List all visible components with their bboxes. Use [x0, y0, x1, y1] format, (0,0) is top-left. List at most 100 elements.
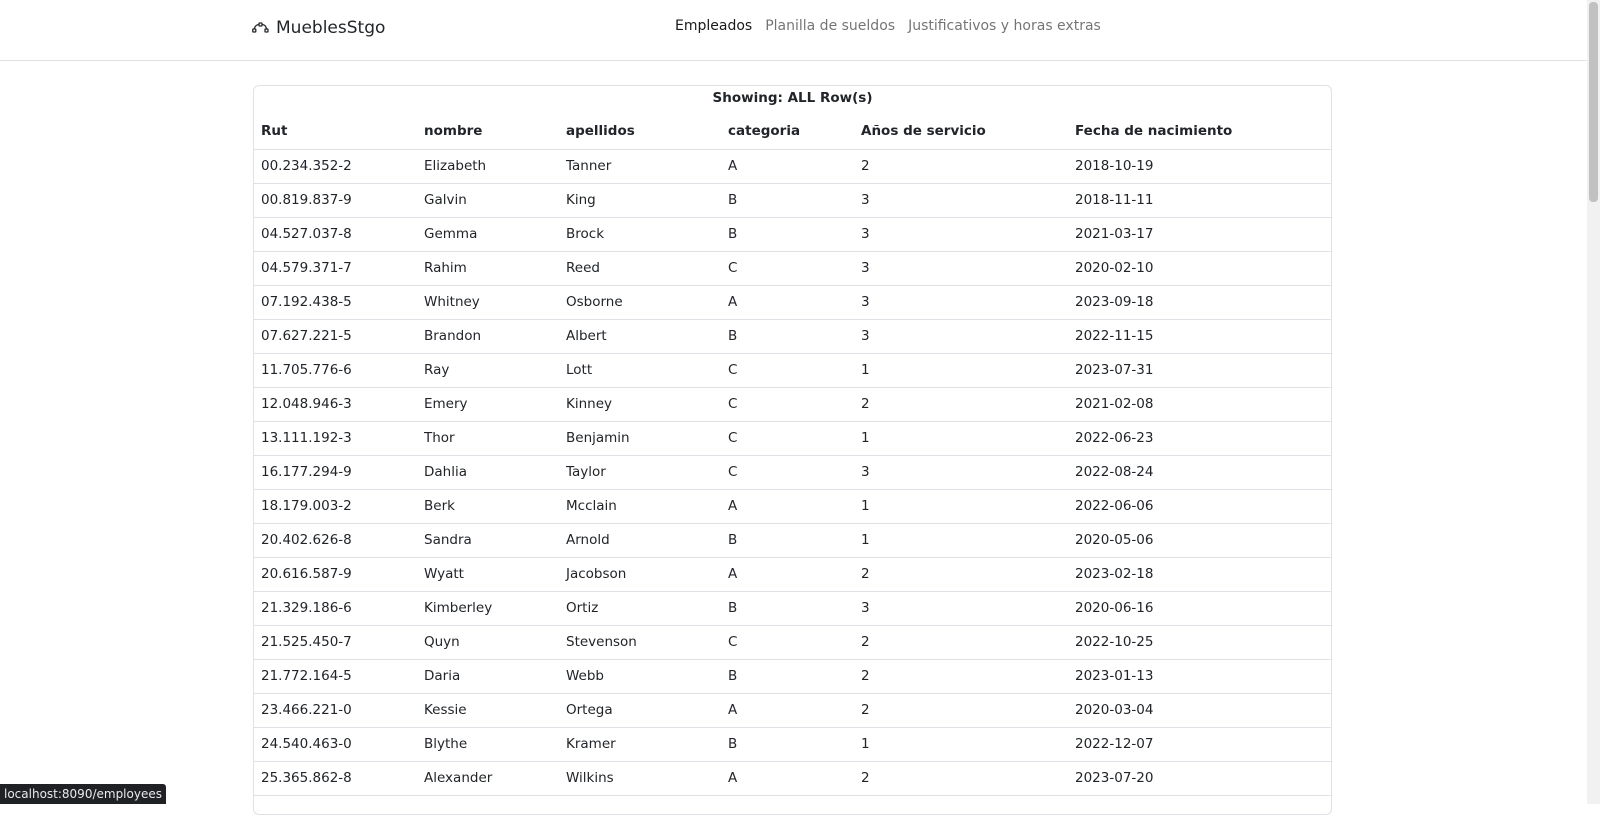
- table-cell: Elizabeth: [417, 149, 559, 183]
- table-cell: Ray: [417, 353, 559, 387]
- table-cell: 3: [854, 319, 1068, 353]
- table-cell: C: [721, 387, 854, 421]
- table-cell: A: [721, 285, 854, 319]
- table-row: 21.525.450-7QuynStevensonC22022-10-25: [254, 625, 1331, 659]
- table-cell: 2022-06-23: [1068, 421, 1331, 455]
- table-cell: Mcclain: [559, 489, 721, 523]
- column-header: Rut: [254, 113, 417, 149]
- caption-count: ALL: [788, 90, 816, 106]
- nav-link-2[interactable]: Justificativos y horas extras: [908, 18, 1101, 34]
- table-cell: B: [721, 591, 854, 625]
- table-cell: 21.525.450-7: [254, 625, 417, 659]
- table-row: 00.819.837-9GalvinKingB32018-11-11: [254, 183, 1331, 217]
- table-cell: 2: [854, 387, 1068, 421]
- table-cell: 1: [854, 421, 1068, 455]
- nav-link-1[interactable]: Planilla de sueldos: [765, 18, 895, 34]
- table-cell: 2: [854, 149, 1068, 183]
- table-cell: A: [721, 149, 854, 183]
- table-cell: 07.627.221-5: [254, 319, 417, 353]
- table-cell: 21.772.164-5: [254, 659, 417, 693]
- table-row: 12.048.946-3EmeryKinneyC22021-02-08: [254, 387, 1331, 421]
- table-cell: B: [721, 183, 854, 217]
- main-nav: Empleados Planilla de sueldos Justificativ…: [675, 18, 1101, 34]
- table-cell: 20.616.587-9: [254, 557, 417, 591]
- table-cell: C: [721, 251, 854, 285]
- table-cell: Brandon: [417, 319, 559, 353]
- table-cell: Alexander: [417, 761, 559, 795]
- table-row: 07.192.438-5WhitneyOsborneA32023-09-18: [254, 285, 1331, 319]
- table-cell: 2020-06-16: [1068, 591, 1331, 625]
- table-cell: 13.111.192-3: [254, 421, 417, 455]
- table-cell: 2022-06-06: [1068, 489, 1331, 523]
- table-row: 13.111.192-3ThorBenjaminC12022-06-23: [254, 421, 1331, 455]
- brand-name: MueblesStgo: [276, 18, 385, 38]
- column-header: apellidos: [559, 113, 721, 149]
- column-header: nombre: [417, 113, 559, 149]
- table-cell: Rahim: [417, 251, 559, 285]
- employees-table: RutnombreapellidoscategoriaAños de servi…: [254, 113, 1331, 796]
- table-cell: 3: [854, 217, 1068, 251]
- nav-link-0[interactable]: Empleados: [675, 18, 752, 34]
- table-row: 20.616.587-9WyattJacobsonA22023-02-18: [254, 557, 1331, 591]
- table-cell: 21.329.186-6: [254, 591, 417, 625]
- bezier-icon: [252, 22, 269, 35]
- table-cell: 2021-03-17: [1068, 217, 1331, 251]
- table-cell: 23.466.221-0: [254, 693, 417, 727]
- table-cell: 2022-10-25: [1068, 625, 1331, 659]
- table-cell: 2022-08-24: [1068, 455, 1331, 489]
- table-cell: 2021-02-08: [1068, 387, 1331, 421]
- table-cell: C: [721, 625, 854, 659]
- table-cell: 1: [854, 523, 1068, 557]
- table-row: 04.527.037-8GemmaBrockB32021-03-17: [254, 217, 1331, 251]
- table-cell: C: [721, 353, 854, 387]
- table-cell: 25.365.862-8: [254, 761, 417, 795]
- table-cell: 2023-02-18: [1068, 557, 1331, 591]
- scrollbar-thumb[interactable]: [1589, 2, 1598, 202]
- table-cell: Tanner: [559, 149, 721, 183]
- vertical-scrollbar[interactable]: [1587, 0, 1600, 804]
- table-cell: 20.402.626-8: [254, 523, 417, 557]
- table-cell: Kramer: [559, 727, 721, 761]
- table-cell: 2018-10-19: [1068, 149, 1331, 183]
- table-cell: Benjamin: [559, 421, 721, 455]
- table-cell: Kessie: [417, 693, 559, 727]
- table-caption: Showing: ALL Row(s): [254, 86, 1331, 113]
- table-cell: Arnold: [559, 523, 721, 557]
- table-cell: 2022-12-07: [1068, 727, 1331, 761]
- table-row: 20.402.626-8SandraArnoldB12020-05-06: [254, 523, 1331, 557]
- table-cell: B: [721, 319, 854, 353]
- table-cell: 3: [854, 285, 1068, 319]
- column-header: Fecha de nacimiento: [1068, 113, 1331, 149]
- table-cell: Lott: [559, 353, 721, 387]
- table-row: 11.705.776-6RayLottC12023-07-31: [254, 353, 1331, 387]
- brand-link[interactable]: MueblesStgo: [252, 16, 385, 40]
- table-cell: Brock: [559, 217, 721, 251]
- employees-table-card: Showing: ALL Row(s) Rutnombreapellidosca…: [253, 85, 1332, 815]
- table-cell: Wyatt: [417, 557, 559, 591]
- table-cell: 2: [854, 659, 1068, 693]
- table-cell: 2020-03-04: [1068, 693, 1331, 727]
- table-cell: A: [721, 557, 854, 591]
- top-navbar: MueblesStgo Empleados Planilla de sueldos…: [0, 0, 1587, 61]
- table-cell: A: [721, 693, 854, 727]
- table-cell: 3: [854, 183, 1068, 217]
- table-cell: 2022-11-15: [1068, 319, 1331, 353]
- table-cell: Blythe: [417, 727, 559, 761]
- table-cell: 2018-11-11: [1068, 183, 1331, 217]
- table-row: 24.540.463-0BlytheKramerB12022-12-07: [254, 727, 1331, 761]
- table-cell: Whitney: [417, 285, 559, 319]
- table-cell: 2020-02-10: [1068, 251, 1331, 285]
- table-cell: Albert: [559, 319, 721, 353]
- table-cell: 2020-05-06: [1068, 523, 1331, 557]
- table-cell: 2023-07-31: [1068, 353, 1331, 387]
- table-cell: 04.527.037-8: [254, 217, 417, 251]
- table-row: 21.772.164-5DariaWebbB22023-01-13: [254, 659, 1331, 693]
- table-cell: Taylor: [559, 455, 721, 489]
- table-cell: Daria: [417, 659, 559, 693]
- table-cell: Kinney: [559, 387, 721, 421]
- table-body: 00.234.352-2ElizabethTannerA22018-10-190…: [254, 149, 1331, 795]
- table-cell: Sandra: [417, 523, 559, 557]
- table-cell: A: [721, 761, 854, 795]
- table-row: 07.627.221-5BrandonAlbertB32022-11-15: [254, 319, 1331, 353]
- table-header-row: RutnombreapellidoscategoriaAños de servi…: [254, 113, 1331, 149]
